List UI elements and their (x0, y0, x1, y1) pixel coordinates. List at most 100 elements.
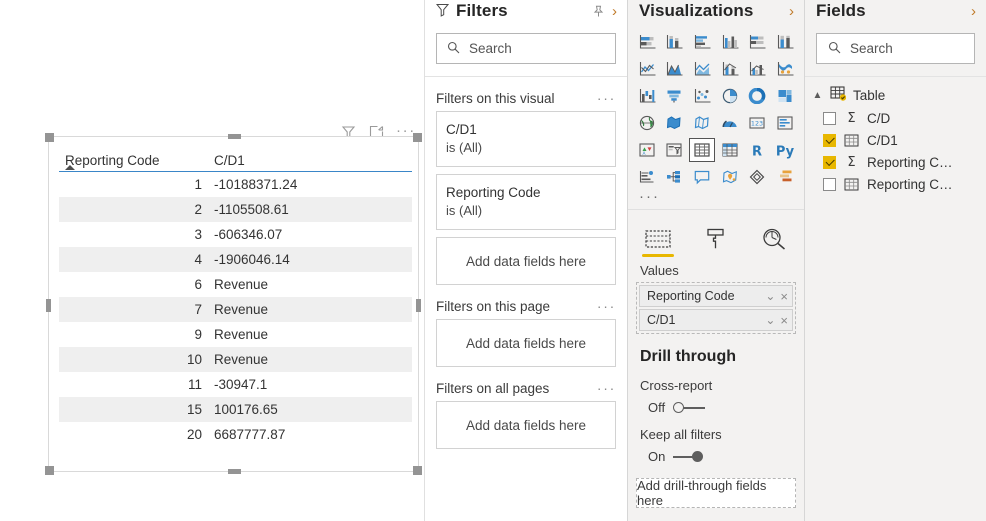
scatter-chart-icon[interactable] (689, 84, 715, 108)
table-row[interactable]: 10 Revenue (59, 347, 412, 372)
remove-field-icon[interactable]: × (780, 313, 788, 328)
stacked-bar-chart-icon[interactable] (634, 30, 660, 54)
table-row[interactable]: 20 6687777.87 (59, 422, 412, 447)
matrix-icon[interactable] (717, 138, 743, 162)
100-stacked-column-chart-icon[interactable] (772, 30, 798, 54)
tab-format[interactable] (700, 222, 732, 257)
arcgis-map-icon[interactable] (717, 165, 743, 189)
treemap-icon[interactable] (772, 84, 798, 108)
column-header-reporting-code[interactable]: Reporting Code (59, 144, 208, 172)
field-list-item[interactable]: Reporting C… (805, 170, 986, 192)
100-stacked-bar-chart-icon[interactable] (745, 30, 771, 54)
shape-map-icon[interactable] (689, 111, 715, 135)
cross-report-toggle-row: Off (628, 393, 804, 415)
chevron-down-icon[interactable]: ⌄ (760, 289, 780, 303)
values-well-chip[interactable]: Reporting Code ⌄ × (639, 285, 793, 307)
slicer-icon[interactable] (662, 138, 688, 162)
tab-analytics[interactable] (758, 222, 790, 257)
filter-section-more-button[interactable]: ··· (597, 91, 616, 105)
table-row[interactable]: 4 -1906046.14 (59, 247, 412, 272)
filter-dropzone[interactable]: Add data fields here (436, 319, 616, 367)
values-well[interactable]: Reporting Code ⌄ × C/D1 ⌄ × (636, 282, 796, 334)
table-row[interactable]: 9 Revenue (59, 322, 412, 347)
cross-report-toggle[interactable] (673, 401, 707, 414)
stacked-area-chart-icon[interactable] (689, 57, 715, 81)
field-checkbox[interactable] (823, 178, 836, 191)
table-row[interactable]: 11 -30947.1 (59, 372, 412, 397)
field-list-item[interactable]: Σ Reporting C… (805, 148, 986, 170)
fields-table-node[interactable]: ▲ Table (805, 77, 986, 104)
field-checkbox[interactable] (823, 134, 836, 147)
chevron-up-icon[interactable]: ▲ (812, 90, 823, 101)
filter-section-more-button[interactable]: ··· (597, 299, 616, 313)
filled-map-icon[interactable] (662, 111, 688, 135)
column-header-cd1[interactable]: C/D1 (208, 144, 412, 172)
stacked-column-chart-icon[interactable] (662, 30, 688, 54)
line-stacked-column-chart-icon[interactable] (717, 57, 743, 81)
field-checkbox[interactable] (823, 112, 836, 125)
table-row[interactable]: 3 -606346.07 (59, 222, 412, 247)
fields-search-input[interactable]: Search (816, 33, 975, 64)
key-influencers-icon[interactable] (634, 165, 660, 189)
table-row[interactable]: 15 100176.65 (59, 397, 412, 422)
field-checkbox[interactable] (823, 156, 836, 169)
card-icon[interactable]: 123 (745, 111, 771, 135)
filter-card[interactable]: Reporting Code is (All) (436, 174, 616, 230)
keep-all-filters-toggle[interactable] (673, 450, 707, 463)
table-row[interactable]: 7 Revenue (59, 297, 412, 322)
resize-handle-top-left[interactable] (45, 133, 54, 142)
power-apps-icon[interactable] (745, 165, 771, 189)
table-row[interactable]: 1 -10188371.24 (59, 172, 412, 198)
filters-search-input[interactable]: Search (436, 33, 616, 64)
paginated-report-icon[interactable] (772, 165, 798, 189)
kpi-icon[interactable]: A (634, 138, 660, 162)
collapse-filters-pane-button[interactable]: › (612, 3, 617, 20)
filter-card[interactable]: C/D1 is (All) (436, 111, 616, 167)
filter-dropzone[interactable]: Add data fields here (436, 401, 616, 449)
table-row[interactable]: 6 Revenue (59, 272, 412, 297)
resize-handle-top-right[interactable] (413, 133, 422, 142)
chevron-down-icon[interactable]: ⌄ (760, 313, 780, 327)
pie-chart-icon[interactable] (717, 84, 743, 108)
ribbon-chart-icon[interactable] (772, 57, 798, 81)
visualizations-pane-title: Visualizations (639, 1, 754, 20)
fields-table-name: Table (853, 87, 886, 103)
python-visual-icon[interactable]: Py (772, 138, 798, 162)
field-list-item[interactable]: C/D1 (805, 126, 986, 148)
remove-field-icon[interactable]: × (780, 289, 788, 304)
fields-pane-header: Fields › (805, 0, 986, 22)
decomposition-tree-icon[interactable] (662, 165, 688, 189)
field-list-item[interactable]: Σ C/D (805, 104, 986, 126)
table-visual[interactable]: Reporting Code C/D1 1 -10188371.24 2 -11055… (45, 133, 422, 475)
filter-dropzone[interactable]: Add data fields here (436, 237, 616, 285)
pin-icon[interactable] (592, 5, 605, 18)
clustered-bar-chart-icon[interactable] (689, 30, 715, 54)
area-chart-icon[interactable] (662, 57, 688, 81)
resize-handle-top[interactable] (228, 134, 241, 139)
table-row[interactable]: 2 -1105508.61 (59, 197, 412, 222)
q-and-a-icon[interactable] (689, 165, 715, 189)
filter-section-more-button[interactable]: ··· (597, 381, 616, 395)
resize-handle-left[interactable] (46, 299, 51, 312)
line-chart-icon[interactable] (634, 57, 660, 81)
collapse-visualizations-pane-button[interactable]: › (789, 3, 794, 20)
resize-handle-bottom[interactable] (228, 469, 241, 474)
more-visuals-button[interactable]: ··· (628, 189, 804, 204)
r-script-visual-icon[interactable]: R (745, 138, 771, 162)
donut-chart-icon[interactable] (745, 84, 771, 108)
map-icon[interactable] (634, 111, 660, 135)
funnel-chart-icon[interactable] (662, 84, 688, 108)
drill-through-dropzone[interactable]: Add drill-through fields here (636, 478, 796, 508)
resize-handle-right[interactable] (416, 299, 421, 312)
table-icon[interactable] (689, 138, 715, 162)
waterfall-chart-icon[interactable] (634, 84, 660, 108)
resize-handle-bottom-left[interactable] (45, 466, 54, 475)
tab-fields[interactable] (642, 222, 674, 257)
values-well-chip[interactable]: C/D1 ⌄ × (639, 309, 793, 331)
collapse-fields-pane-button[interactable]: › (971, 3, 976, 20)
clustered-column-chart-icon[interactable] (717, 30, 743, 54)
gauge-icon[interactable] (717, 111, 743, 135)
line-clustered-column-chart-icon[interactable] (745, 57, 771, 81)
multi-row-card-icon[interactable] (772, 111, 798, 135)
resize-handle-bottom-right[interactable] (413, 466, 422, 475)
